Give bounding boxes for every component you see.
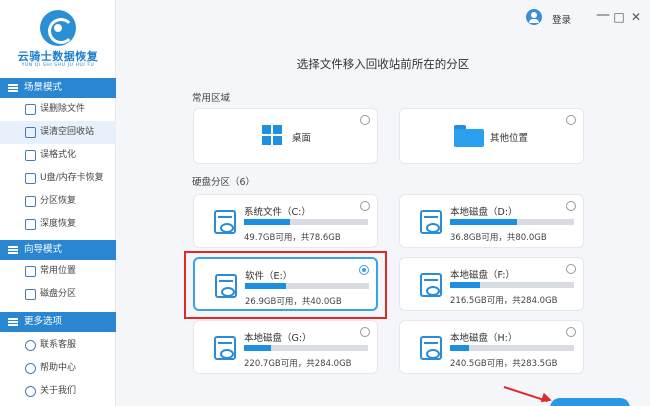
info-icon (25, 386, 36, 397)
drive-name: 本地磁盘（G:） (244, 333, 312, 344)
usage-bar-fill (244, 219, 290, 225)
drive-card[interactable]: 本地磁盘（H:） 240.5GB可用，共283.5GB (399, 320, 584, 374)
usage-bar-fill (450, 345, 469, 351)
usage-bar-fill (244, 345, 271, 351)
close-button[interactable]: ✕ (629, 10, 643, 24)
sidebar-item-deep-scan[interactable]: 深度恢复 (0, 213, 116, 236)
hard-drive-icon (420, 210, 442, 234)
drive-card[interactable]: 本地磁盘（D:） 36.8GB可用，共80.0GB (399, 194, 584, 248)
usage-bar (450, 282, 574, 288)
sidebar-item-usb[interactable]: U盘/内存卡恢复 (0, 167, 116, 190)
login-button[interactable]: 登录 (526, 8, 578, 28)
menu-icon (8, 318, 18, 326)
format-icon (25, 150, 36, 161)
recycle-bin-icon (25, 127, 36, 138)
sidebar-item-label: 帮助中心 (40, 363, 77, 373)
location-card-other[interactable]: 其他位置 (399, 108, 584, 164)
drive-name: 本地磁盘（F:） (450, 270, 515, 281)
sidebar-item-label: 联系客服 (40, 340, 77, 350)
sidebar-item-disk-partition[interactable]: 磁盘分区 (0, 283, 116, 306)
drive-card[interactable]: 本地磁盘（F:） 216.5GB可用，共284.0GB (399, 257, 584, 311)
minimize-button[interactable]: — (596, 8, 610, 22)
radio-button[interactable] (360, 327, 370, 337)
radio-button[interactable] (566, 264, 576, 274)
radio-button[interactable] (566, 327, 576, 337)
hard-drive-icon (420, 273, 442, 297)
section-title: 场景模式 (24, 82, 63, 93)
drive-name: 本地磁盘（D:） (450, 207, 518, 218)
login-label: 登录 (552, 15, 572, 26)
folder-icon (454, 125, 484, 147)
radio-button[interactable] (566, 201, 576, 211)
hard-drive-icon (420, 336, 442, 360)
sidebar-item-label: 误格式化 (40, 150, 77, 160)
location-label: 其他位置 (490, 133, 529, 144)
section-header-wizard: 向导模式 (0, 240, 116, 260)
drive-capacity: 49.7GB可用，共78.6GB (244, 233, 341, 243)
drive-capacity: 36.8GB可用，共80.0GB (450, 233, 547, 243)
location-card-desktop[interactable]: 桌面 (193, 108, 378, 164)
sidebar-item-format[interactable]: 误格式化 (0, 144, 116, 167)
deep-scan-icon (25, 219, 36, 230)
sidebar-item-label: 误清空回收站 (40, 127, 95, 137)
sidebar-item-label: 误删除文件 (40, 104, 86, 114)
drive-card[interactable]: 本地磁盘（G:） 220.7GB可用，共284.0GB (193, 320, 378, 374)
section-title: 向导模式 (24, 244, 63, 255)
hard-drive-icon (214, 210, 236, 234)
delete-file-icon (25, 104, 36, 115)
radio-button[interactable] (360, 115, 370, 125)
support-icon (25, 340, 36, 351)
drive-capacity: 220.7GB可用，共284.0GB (244, 359, 352, 369)
disk-partition-label: 硬盘分区（6） (192, 177, 256, 188)
sidebar-item-label: 深度恢复 (40, 219, 77, 229)
usage-bar (244, 345, 368, 351)
sidebar-item-label: 分区恢复 (40, 196, 77, 206)
sidebar-item-label: 常用位置 (40, 266, 77, 276)
menu-icon (8, 84, 18, 92)
sidebar-item-label: 磁盘分区 (40, 289, 77, 299)
sidebar-item-deleted-files[interactable]: 误删除文件 (0, 98, 116, 121)
drive-name: 系统文件（C:） (244, 207, 311, 218)
sidebar-item-partition[interactable]: 分区恢复 (0, 190, 116, 213)
usage-bar-fill (450, 219, 517, 225)
sidebar-item-recycle-bin[interactable]: 误清空回收站 (0, 121, 116, 144)
maximize-button[interactable]: □ (612, 10, 626, 24)
section-header-scenario: 场景模式 (0, 78, 116, 98)
common-area-label: 常用区域 (192, 93, 231, 104)
common-location-icon (25, 266, 36, 277)
next-button[interactable] (550, 398, 630, 406)
sidebar-item-about[interactable]: 关于我们 (0, 380, 116, 403)
usage-bar-fill (450, 282, 480, 288)
sidebar-item-label: U盘/内存卡恢复 (40, 173, 104, 183)
disk-partition-icon (25, 289, 36, 300)
user-avatar-icon (526, 9, 542, 25)
drive-card[interactable]: 系统文件（C:） 49.7GB可用，共78.6GB (193, 194, 378, 248)
usage-bar (450, 219, 574, 225)
drive-capacity: 240.5GB可用，共283.5GB (450, 359, 558, 369)
partition-icon (25, 196, 36, 207)
page-title: 选择文件移入回收站前所在的分区 (296, 57, 470, 71)
selection-highlight-box (184, 251, 387, 319)
usage-bar (450, 345, 574, 351)
usb-icon (25, 173, 36, 184)
section-header-more: 更多选项 (0, 312, 116, 332)
sidebar-item-help[interactable]: 帮助中心 (0, 357, 116, 380)
hard-drive-icon (214, 336, 236, 360)
usage-bar (244, 219, 368, 225)
radio-button[interactable] (360, 201, 370, 211)
logo-icon (40, 10, 76, 46)
section-title: 更多选项 (24, 316, 63, 327)
drive-name: 本地磁盘（H:） (450, 333, 518, 344)
sidebar-item-common-location[interactable]: 常用位置 (0, 260, 116, 283)
signpost-icon (8, 246, 18, 254)
sidebar-item-support[interactable]: 联系客服 (0, 334, 116, 357)
help-icon (25, 363, 36, 374)
location-label: 桌面 (292, 133, 312, 144)
sidebar-item-label: 关于我们 (40, 386, 77, 396)
radio-button[interactable] (566, 115, 576, 125)
windows-icon (262, 125, 284, 147)
drive-capacity: 216.5GB可用，共284.0GB (450, 296, 558, 306)
